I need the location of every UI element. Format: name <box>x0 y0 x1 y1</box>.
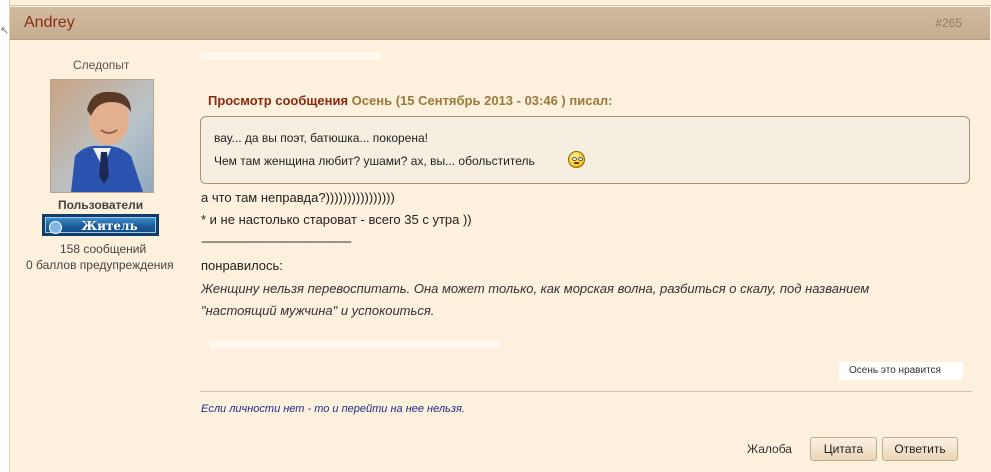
likes-box: Осень это нравится <box>839 362 963 380</box>
warning-points: 0 баллов предупреждения <box>26 258 174 272</box>
quote-button[interactable]: Цитата <box>810 437 877 461</box>
post-header: Andrey #265 <box>10 7 990 40</box>
signature-divider <box>200 391 972 392</box>
post-text-line: а что там неправда?)))))))))))))))) <box>201 190 395 205</box>
quote-attribution: Осень (15 Сентябрь 2013 - 03:46 ) писал: <box>351 93 613 108</box>
rank-badge-bar: Житель <box>45 217 156 234</box>
post-divider-text: ----------------------------------------… <box>201 234 352 248</box>
smiley-eye <box>578 157 583 161</box>
smiley-mouth <box>574 162 579 164</box>
post-number-link[interactable]: #265 <box>935 16 962 30</box>
post-quote-text: "настоящий мужчина" и успокоиться. <box>201 303 435 318</box>
rank-badge: Житель <box>42 214 159 236</box>
post-text-line: * и не настолько староват - всего 35 с у… <box>201 212 472 227</box>
author-name-link[interactable]: Andrey <box>24 14 75 32</box>
post-text-line: понравилось: <box>201 258 283 273</box>
post-top-border <box>10 0 991 6</box>
smiley-icon <box>568 151 585 168</box>
view-message-link[interactable]: Просмотр сообщения <box>208 93 348 108</box>
faded-post-date <box>201 52 381 60</box>
globe-icon <box>49 221 62 234</box>
user-avatar-photo <box>51 80 153 192</box>
quote-block: вау... да вы поэт, батюшка... покорена! … <box>200 116 970 184</box>
quote-line: вау... да вы поэт, батюшка... покорена! <box>214 131 428 145</box>
user-group-label: Пользователи <box>58 198 144 212</box>
quote-header: Просмотр сообщения Осень (15 Сентябрь 20… <box>208 93 612 108</box>
rank-badge-label: Житель <box>81 219 138 233</box>
reply-button[interactable]: Ответить <box>882 437 958 461</box>
mouse-cursor-icon: ↖ <box>0 24 10 37</box>
smiley-eye <box>572 157 577 161</box>
message-count: 158 сообщений <box>60 242 147 256</box>
user-avatar[interactable] <box>50 79 154 193</box>
user-signature: Если личности нет - то и перейти на нее … <box>201 403 465 415</box>
quote-line: Чем там женщина любит? ушами? ах, вы... … <box>214 154 535 168</box>
user-rank-title: Следопыт <box>73 58 130 72</box>
faded-edit-note <box>210 341 500 349</box>
likes-text[interactable]: Осень это нравится <box>849 365 941 376</box>
post-quote-text: Женщину нельзя перевоспитать. Она может … <box>201 281 870 296</box>
forum-post: Andrey #265 Следопыт Пользователи Житель… <box>9 0 991 472</box>
report-link[interactable]: Жалоба <box>747 442 792 456</box>
left-page-margin <box>0 0 9 472</box>
